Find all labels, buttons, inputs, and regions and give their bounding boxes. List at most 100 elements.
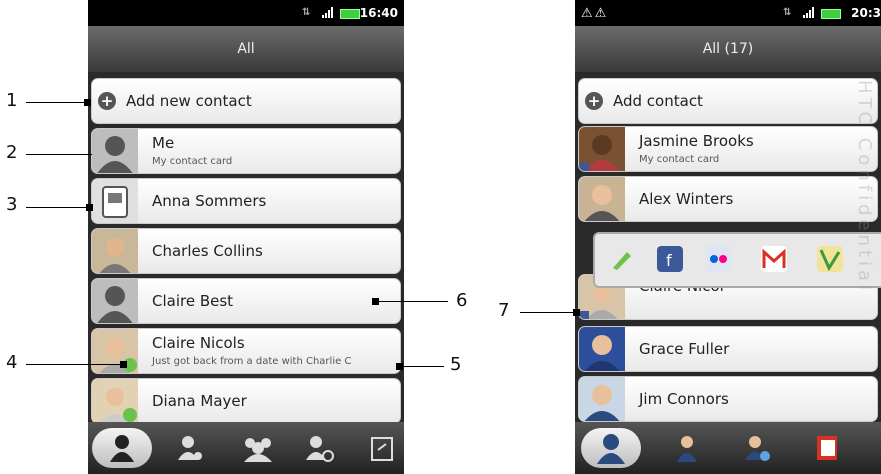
tab-call-history[interactable] — [288, 428, 348, 468]
callout-2: 2 — [6, 142, 18, 163]
bottom-tab-bar — [88, 422, 404, 474]
callout-line-6 — [374, 301, 448, 302]
signal-icon: ⇅ — [302, 7, 311, 18]
contact-photo — [579, 327, 625, 371]
contact-name: Alex Winters — [639, 190, 734, 208]
svg-text:f: f — [666, 251, 672, 270]
list-item[interactable]: Jim Connors — [578, 376, 878, 422]
confidential-watermark: HTC Confidential — [854, 80, 875, 295]
list-item-me[interactable]: Me My contact card — [91, 128, 401, 174]
contact-photo — [92, 329, 138, 373]
add-contact-label: Add contact — [613, 92, 703, 110]
page-title: All (17) — [575, 26, 881, 73]
callout-dot-5 — [396, 363, 403, 370]
contact-name: Anna Sommers — [152, 192, 267, 210]
callout-dot-1 — [84, 99, 91, 106]
battery-icon — [340, 9, 360, 19]
status-time: 16:40 — [359, 6, 398, 20]
gmail-icon[interactable] — [761, 246, 787, 272]
contact-name: Diana Mayer — [152, 392, 247, 410]
facebook-icon[interactable]: f — [657, 246, 683, 272]
plus-icon: + — [98, 92, 116, 110]
add-contact-label: Add new contact — [126, 92, 252, 110]
tab-all-people[interactable] — [92, 428, 152, 468]
add-contact-button[interactable]: + Add contact — [578, 78, 878, 124]
contact-status: Just got back from a date with Charlie C — [152, 356, 352, 367]
tab-favorites[interactable] — [160, 428, 220, 468]
callout-line-3 — [26, 207, 88, 208]
list-item[interactable]: Claire Nicols Just got back from a date … — [91, 328, 401, 374]
battery-icon — [821, 9, 841, 19]
callout-line-5 — [398, 366, 444, 367]
default-avatar-icon — [92, 129, 138, 173]
tab-groups[interactable] — [727, 428, 787, 468]
callout-line-4 — [26, 364, 122, 365]
default-avatar-icon — [92, 279, 138, 323]
contact-list: + Add contact Jasmine Brooks My contact … — [575, 72, 881, 422]
list-item[interactable]: Grace Fuller — [578, 326, 878, 372]
list-item[interactable]: Anna Sommers — [91, 178, 401, 224]
callout-dot-7 — [573, 309, 580, 316]
flickr-icon[interactable] — [705, 246, 731, 272]
person-check-icon — [178, 436, 202, 460]
edit-icon[interactable] — [609, 246, 635, 272]
status-bar: ⚠⚠ ⇅ 20:3 — [575, 0, 881, 26]
tab-people[interactable] — [581, 428, 641, 468]
sim-card-icon — [92, 179, 138, 223]
callout-7: 7 — [498, 300, 510, 321]
page-title: All — [88, 26, 404, 73]
contact-name: Jasmine Brooks — [639, 132, 754, 150]
callout-3: 3 — [6, 194, 18, 215]
maps-icon[interactable] — [817, 246, 843, 272]
left-phone-screen: ⇅ 16:40 All + Add new contact Me My cont… — [88, 0, 404, 474]
callout-dot-6 — [372, 298, 379, 305]
tab-favorites[interactable] — [657, 428, 717, 468]
status-bar: ⇅ 16:40 — [88, 0, 404, 26]
list-item[interactable]: Alex Winters — [578, 176, 878, 222]
status-time: 20:3 — [851, 6, 881, 20]
contact-name: Claire Best — [152, 292, 234, 310]
contact-photo — [579, 127, 625, 171]
contact-photo — [92, 229, 138, 273]
contact-photo — [579, 177, 625, 221]
callout-5: 5 — [450, 354, 462, 375]
call-history-icon — [817, 436, 837, 460]
contact-status: My contact card — [639, 154, 720, 165]
quick-contact-bar: f — [593, 232, 881, 288]
person-icon — [110, 435, 134, 462]
warning-icons: ⚠⚠ — [581, 6, 609, 21]
list-item[interactable]: Diana Mayer — [91, 378, 401, 424]
tab-call-history[interactable] — [797, 428, 857, 468]
contact-name: Claire Nicols — [152, 334, 245, 352]
callout-line-1 — [26, 102, 86, 103]
contact-name: Me — [152, 134, 175, 152]
callout-1: 1 — [6, 90, 18, 111]
list-item[interactable]: Jasmine Brooks My contact card — [578, 126, 878, 172]
list-item[interactable]: Claire Best — [91, 278, 401, 324]
contact-photo — [579, 377, 625, 421]
callout-line-7 — [520, 312, 576, 313]
group-globe-icon — [745, 436, 770, 461]
contact-status: My contact card — [152, 156, 233, 167]
callout-dot-4 — [120, 361, 127, 368]
person-phone-icon — [677, 436, 697, 462]
person-icon — [597, 434, 625, 464]
callout-line-2 — [26, 154, 92, 155]
list-item[interactable]: Charles Collins — [91, 228, 401, 274]
plus-icon: + — [585, 92, 603, 110]
signal-icon: ⇅ — [783, 7, 792, 18]
tab-groups[interactable] — [228, 428, 288, 468]
right-phone-screen: ⚠⚠ ⇅ 20:3 All (17) + Add contact Jasmine… — [575, 0, 881, 474]
contact-name: Grace Fuller — [639, 340, 730, 358]
callout-4: 4 — [6, 352, 18, 373]
contact-name: Jim Connors — [639, 390, 729, 408]
bottom-tab-bar — [575, 422, 881, 474]
tab-sync[interactable] — [356, 428, 404, 468]
callout-6: 6 — [456, 290, 468, 311]
add-new-contact-button[interactable]: + Add new contact — [91, 78, 401, 124]
signal-bars-icon — [803, 7, 815, 18]
group-icon — [244, 438, 272, 462]
signal-bars-icon — [322, 7, 334, 18]
callout-dot-3 — [86, 204, 93, 211]
call-history-icon — [306, 436, 334, 462]
